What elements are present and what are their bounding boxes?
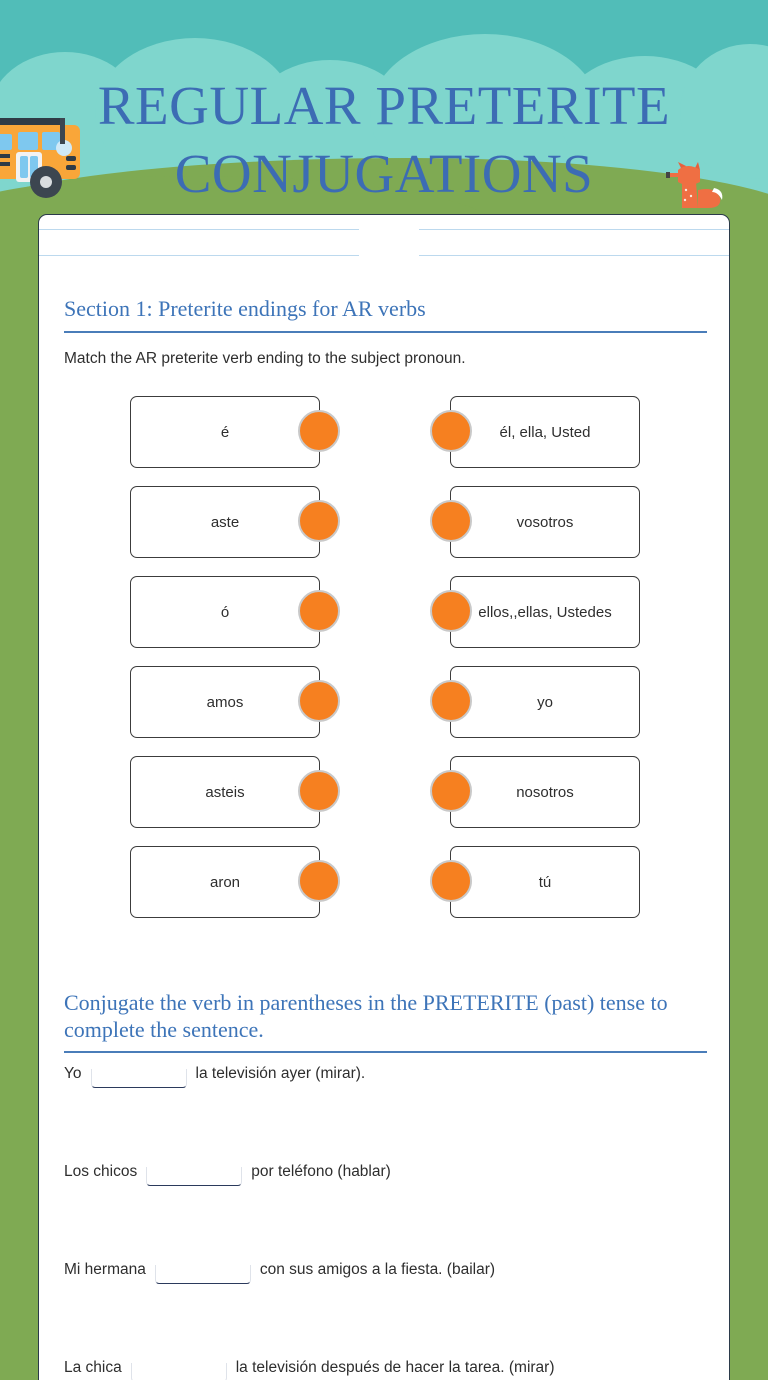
answer-blank[interactable] xyxy=(154,1265,251,1284)
pronoun-label: ellos,,ellas, Ustedes xyxy=(478,603,612,621)
fill-in-sentence: Yo la televisión ayer (mirar). xyxy=(64,1053,706,1151)
pronoun-box[interactable]: nosotros xyxy=(430,756,640,828)
ending-label: asteis xyxy=(205,783,245,801)
connector-dot[interactable] xyxy=(298,770,340,812)
pronoun-label: yo xyxy=(537,693,553,711)
answer-blank[interactable] xyxy=(130,1363,227,1380)
ending-box[interactable]: é xyxy=(130,396,340,468)
fill-in-sentence: La chica la televisión después de hacer … xyxy=(64,1347,706,1380)
fill-in-sentence: Los chicos por teléfono (hablar) xyxy=(64,1151,706,1249)
connector-dot[interactable] xyxy=(298,680,340,722)
pronoun-box[interactable]: ellos,,ellas, Ustedes xyxy=(430,576,640,648)
connector-dot[interactable] xyxy=(298,500,340,542)
ending-label: amos xyxy=(206,693,244,711)
page-title: REGULAR PRETERITE CONJUGATIONS xyxy=(97,75,671,204)
pronoun-label: vosotros xyxy=(516,513,574,531)
pronoun-box[interactable]: vosotros xyxy=(430,486,640,558)
match-row: aron tú xyxy=(64,837,706,927)
section-1-instructions: Match the AR preterite verb ending to th… xyxy=(64,350,466,367)
section-1-heading: Section 1: Preterite endings for AR verb… xyxy=(64,296,426,321)
sentence-suffix: la televisión después de hacer la tarea.… xyxy=(235,1359,555,1376)
section-2-heading: Conjugate the verb in parentheses in the… xyxy=(64,990,668,1042)
ending-label: aron xyxy=(209,873,241,891)
header-banner: REGULAR PRETERITE CONJUGATIONS xyxy=(0,0,768,215)
pronoun-label: nosotros xyxy=(516,783,574,801)
ending-label: é xyxy=(220,423,230,441)
ending-label: ó xyxy=(220,603,230,621)
ending-box[interactable]: aste xyxy=(130,486,340,558)
pronoun-box[interactable]: él, ella, Usted xyxy=(430,396,640,468)
worksheet-page: REGULAR PRETERITE CONJUGATIONS Section 1… xyxy=(0,0,768,1380)
sentence-prefix: Mi hermana xyxy=(64,1261,146,1278)
pronoun-box[interactable]: tú xyxy=(430,846,640,918)
fill-in-sentence: Mi hermana con sus amigos a la fiesta. (… xyxy=(64,1249,706,1347)
worksheet-card: Section 1: Preterite endings for AR verb… xyxy=(38,214,730,1380)
sentence-prefix: Los chicos xyxy=(64,1163,138,1180)
match-row: ó ellos,,ellas, Ustedes xyxy=(64,567,706,657)
match-row: aste vosotros xyxy=(64,477,706,567)
connector-dot[interactable] xyxy=(298,860,340,902)
match-row: amos yo xyxy=(64,657,706,747)
ending-box[interactable]: ó xyxy=(130,576,340,648)
connector-dot[interactable] xyxy=(430,590,472,632)
connector-dot[interactable] xyxy=(430,770,472,812)
match-row: é él, ella, Usted xyxy=(64,387,706,477)
section-1-divider xyxy=(64,331,707,333)
pronoun-label: él, ella, Usted xyxy=(499,423,591,441)
connector-dot[interactable] xyxy=(298,410,340,452)
connector-dot[interactable] xyxy=(430,860,472,902)
connector-dot[interactable] xyxy=(298,590,340,632)
worksheet-content: Section 1: Preterite endings for AR verb… xyxy=(39,215,729,1380)
connector-dot[interactable] xyxy=(430,680,472,722)
section-2: Conjugate the verb in parentheses in the… xyxy=(64,989,707,1380)
answer-blank[interactable] xyxy=(146,1167,243,1186)
ending-box[interactable]: asteis xyxy=(130,756,340,828)
ending-label: aste xyxy=(210,513,240,531)
connector-dot[interactable] xyxy=(430,410,472,452)
ending-box[interactable]: amos xyxy=(130,666,340,738)
matching-exercise: é él, ella, Usted aste vosotros ó ellos,… xyxy=(64,387,706,927)
ending-box[interactable]: aron xyxy=(130,846,340,918)
sentence-prefix: Yo xyxy=(64,1065,82,1082)
answer-blank[interactable] xyxy=(90,1069,187,1088)
sentence-suffix: con sus amigos a la fiesta. (bailar) xyxy=(259,1261,496,1278)
sentence-prefix: La chica xyxy=(64,1359,122,1376)
match-row: asteis nosotros xyxy=(64,747,706,837)
sentence-suffix: la televisión ayer (mirar). xyxy=(195,1065,366,1082)
connector-dot[interactable] xyxy=(430,500,472,542)
sentence-suffix: por teléfono (hablar) xyxy=(251,1163,391,1180)
pronoun-label: tú xyxy=(538,873,552,891)
pronoun-box[interactable]: yo xyxy=(430,666,640,738)
